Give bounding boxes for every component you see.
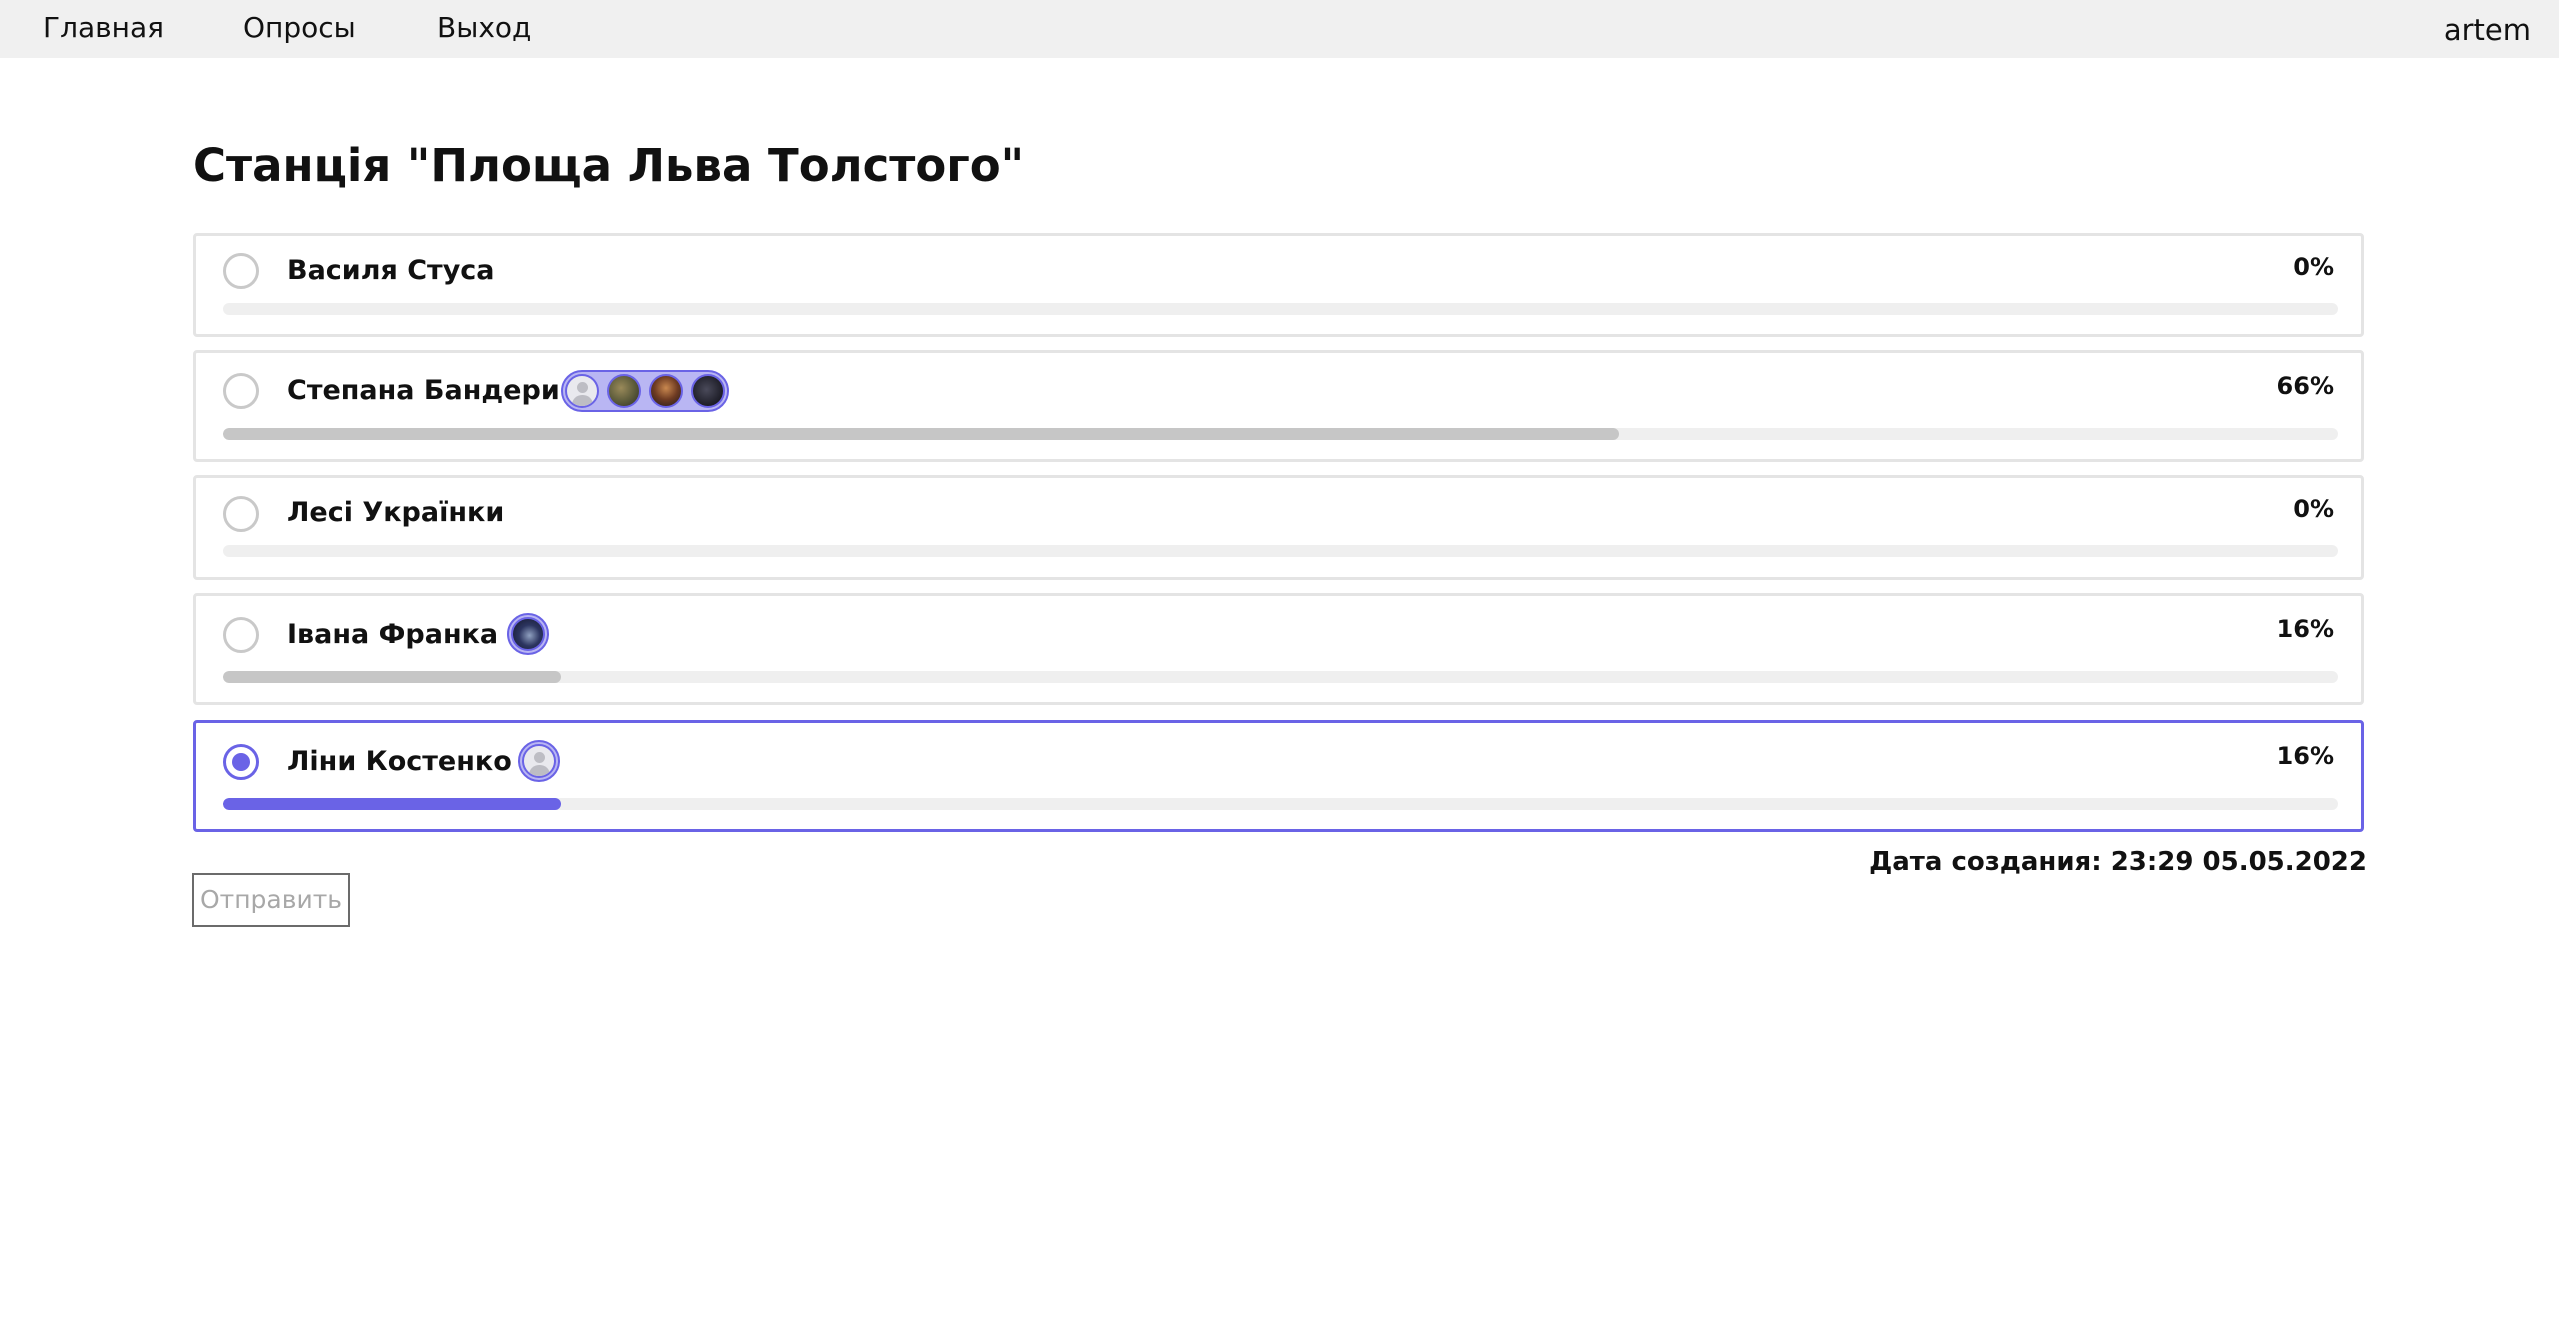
username-label: artem bbox=[2443, 13, 2531, 47]
option-label: Степана Бандери bbox=[287, 375, 560, 406]
voter-avatar-icon bbox=[522, 744, 556, 778]
option-radio[interactable] bbox=[223, 744, 259, 780]
option-label: Василя Стуса bbox=[287, 255, 495, 286]
option-progress-track bbox=[223, 671, 2338, 683]
voter-avatar-image bbox=[649, 374, 683, 408]
option-progress-fill bbox=[223, 428, 1619, 440]
voter-avatar-icon bbox=[565, 374, 599, 408]
submit-button[interactable]: Отправить bbox=[192, 873, 350, 927]
poll-option-vasylia-stusa[interactable]: Василя Стуса 0% bbox=[193, 233, 2364, 337]
option-progress-track bbox=[223, 428, 2338, 440]
option-percent: 16% bbox=[2276, 742, 2334, 770]
radio-selected-dot bbox=[232, 753, 250, 771]
option-radio[interactable] bbox=[223, 496, 259, 532]
voter-avatar-image bbox=[511, 617, 545, 651]
poll-option-stepana-bandery[interactable]: Степана Бандери 66% bbox=[193, 350, 2364, 462]
voter-avatar-image bbox=[607, 374, 641, 408]
top-navbar: Главная Опросы Выход artem bbox=[0, 0, 2559, 58]
option-progress-fill bbox=[223, 671, 562, 683]
option-radio[interactable] bbox=[223, 373, 259, 409]
option-progress-track bbox=[223, 545, 2338, 557]
poll-option-ivana-franka[interactable]: Івана Франка 16% bbox=[193, 593, 2364, 705]
nav-link-logout[interactable]: Выход bbox=[437, 10, 531, 46]
creation-date: Дата создания: 23:29 05.05.2022 bbox=[1869, 847, 2367, 877]
option-radio[interactable] bbox=[223, 253, 259, 289]
option-label: Івана Франка bbox=[287, 619, 499, 650]
poll-option-lesi-ukrainky[interactable]: Лесі Українки 0% bbox=[193, 475, 2364, 580]
option-label: Лесі Українки bbox=[287, 497, 505, 528]
option-percent: 0% bbox=[2293, 495, 2334, 523]
voter-avatars bbox=[507, 613, 549, 655]
option-progress-fill bbox=[223, 798, 562, 810]
option-label: Ліни Костенко bbox=[287, 746, 512, 777]
page-title: Станція "Площа Льва Толстого" bbox=[193, 139, 1025, 192]
option-percent: 16% bbox=[2276, 615, 2334, 643]
option-progress-track bbox=[223, 798, 2338, 810]
option-radio[interactable] bbox=[223, 617, 259, 653]
poll-option-liny-kostenko[interactable]: Ліни Костенко 16% bbox=[193, 720, 2364, 832]
option-percent: 66% bbox=[2276, 372, 2334, 400]
option-percent: 0% bbox=[2293, 253, 2334, 281]
nav-link-home[interactable]: Главная bbox=[43, 10, 164, 46]
option-progress-track bbox=[223, 303, 2338, 315]
voter-avatar-image bbox=[691, 374, 725, 408]
voter-avatars bbox=[561, 370, 729, 412]
nav-link-polls[interactable]: Опросы bbox=[243, 10, 356, 46]
voter-avatars bbox=[518, 740, 560, 782]
